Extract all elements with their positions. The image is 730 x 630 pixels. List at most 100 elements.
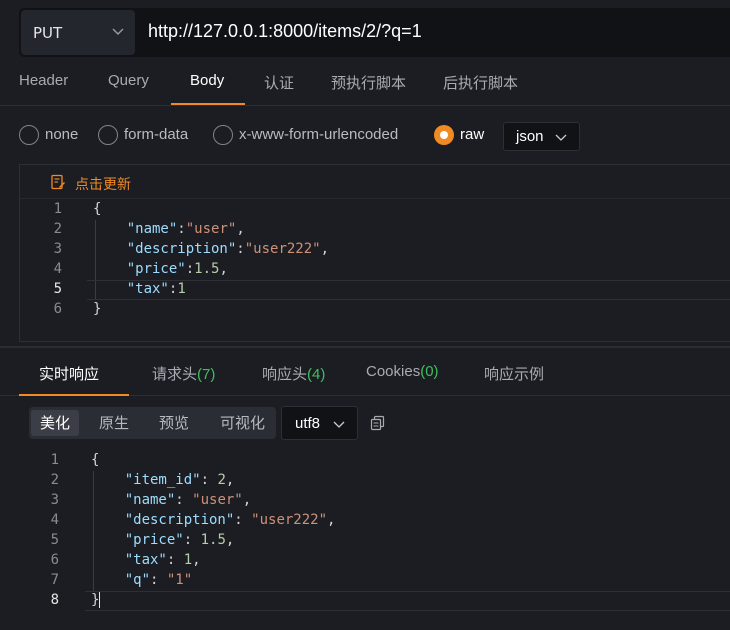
response-headers-count: (4): [307, 366, 326, 383]
tab-request-headers-label: 请求头: [152, 366, 198, 383]
radio-urlencoded[interactable]: [213, 125, 233, 145]
code-token: :: [236, 241, 245, 257]
line-number: 6: [50, 552, 59, 568]
code-line: "tax":1: [93, 281, 186, 297]
code-token: :: [234, 512, 252, 528]
editor-toolbar: 点击更新: [20, 165, 730, 199]
copy-icon[interactable]: [370, 415, 386, 431]
code-token: :: [177, 221, 186, 237]
view-pretty-button[interactable]: 美化: [31, 410, 80, 436]
tab-live-response-label: 实时响应: [39, 366, 100, 383]
request-headers-count: (7): [197, 366, 216, 383]
radio-raw[interactable]: [434, 125, 454, 145]
tab-cookies[interactable]: Cookies(0): [366, 363, 439, 380]
request-tabs: Header Query Body 认证 预执行脚本 后执行脚本: [0, 58, 730, 106]
tab-post-script[interactable]: 后执行脚本: [443, 72, 518, 93]
code-token: }: [93, 301, 102, 317]
update-button[interactable]: 点击更新: [75, 174, 131, 194]
tab-query[interactable]: Query: [108, 72, 149, 89]
code-line: "tax": 1,: [91, 552, 201, 568]
code-line: "name":"user",: [93, 221, 245, 237]
code-line: "item_id": 2,: [91, 472, 235, 488]
code-token: "user222": [244, 241, 321, 257]
tab-live-response[interactable]: 实时响应: [39, 363, 99, 384]
code-token: :: [175, 492, 193, 508]
view-visualize-button[interactable]: 可视化: [211, 410, 274, 436]
code-token: :: [200, 472, 218, 488]
code-token: {: [91, 452, 100, 468]
radio-urlencoded-label[interactable]: x-www-form-urlencoded: [239, 126, 398, 143]
tab-response-headers[interactable]: 响应头(4): [262, 363, 325, 384]
text-cursor: [99, 592, 101, 608]
active-tab-indicator: [171, 103, 245, 105]
code-line: "price": 1.5,: [91, 532, 235, 548]
line-number: 4: [50, 512, 59, 528]
code-token: :: [150, 572, 167, 588]
line-number: 5: [53, 281, 62, 297]
tab-auth[interactable]: 认证: [264, 72, 294, 93]
code-token: "name": [124, 492, 176, 508]
code-token: "item_id": [124, 472, 201, 488]
line-number: 1: [53, 201, 62, 217]
line-number: 2: [50, 472, 59, 488]
code-line: "price":1.5,: [93, 261, 228, 277]
code-token: "price": [126, 261, 186, 277]
code-token: 2: [217, 472, 226, 488]
code-token: :: [183, 532, 201, 548]
line-number: 3: [50, 492, 59, 508]
tab-response-example[interactable]: 响应示例: [484, 363, 544, 384]
code-token: "1": [166, 572, 193, 588]
radio-none-label[interactable]: none: [45, 126, 78, 143]
code-line: "name": "user",: [91, 492, 251, 508]
radio-form-data[interactable]: [98, 125, 118, 145]
tab-cookies-label: Cookies: [366, 363, 421, 380]
method-select[interactable]: PUT: [21, 10, 135, 55]
view-raw-button[interactable]: 原生: [90, 410, 138, 436]
url-input[interactable]: http://127.0.0.1:8000/items/2/?q=1: [148, 21, 422, 42]
code-token: "tax": [124, 552, 167, 568]
code-token: "q": [124, 572, 151, 588]
tab-response-headers-label: 响应头: [262, 366, 308, 383]
cookies-count: (0): [420, 363, 439, 380]
current-line-highlight: [85, 591, 730, 611]
code-token: ,: [236, 221, 245, 237]
line-number: 6: [53, 301, 62, 317]
tab-pre-script[interactable]: 预执行脚本: [331, 72, 406, 93]
chevron-down-icon: [555, 134, 567, 141]
code-token: "user": [185, 221, 237, 237]
edit-document-icon[interactable]: [50, 174, 66, 190]
line-number: 7: [50, 572, 59, 588]
response-body-viewer[interactable]: 1 {2 "item_id": 2, 3 "name": "user", 4 "des…: [19, 450, 730, 630]
code-line: {: [93, 201, 101, 217]
code-token: 1: [177, 281, 186, 297]
line-number: 3: [53, 241, 62, 257]
request-body-editor[interactable]: 点击更新 1{2 "name":"user", 3 "description":"…: [19, 164, 730, 342]
active-response-tab-indicator: [19, 394, 129, 396]
line-number: 1: [50, 452, 59, 468]
radio-form-data-label[interactable]: form-data: [124, 126, 188, 143]
tab-body[interactable]: Body: [190, 72, 224, 89]
radio-raw-label[interactable]: raw: [460, 126, 484, 143]
code-token: ,: [192, 552, 201, 568]
tab-request-headers[interactable]: 请求头(7): [152, 363, 215, 384]
code-token: ,: [225, 472, 235, 488]
response-tabs: 实时响应 请求头(7) 响应头(4) Cookies(0) 响应示例: [0, 348, 730, 396]
code-token: 1.5: [194, 261, 220, 277]
chevron-down-icon: [333, 421, 345, 428]
code-token: :: [185, 261, 195, 277]
raw-format-select[interactable]: json: [503, 122, 580, 151]
line-number: 2: [53, 221, 62, 237]
code-token: :: [166, 552, 184, 568]
code-token: "user222": [251, 512, 328, 528]
encoding-select[interactable]: utf8: [281, 406, 358, 440]
code-token: "description": [124, 512, 235, 528]
tab-header[interactable]: Header: [19, 72, 68, 89]
code-token: ,: [225, 532, 235, 548]
view-preview-button[interactable]: 预览: [150, 410, 198, 436]
radio-none[interactable]: [19, 125, 39, 145]
